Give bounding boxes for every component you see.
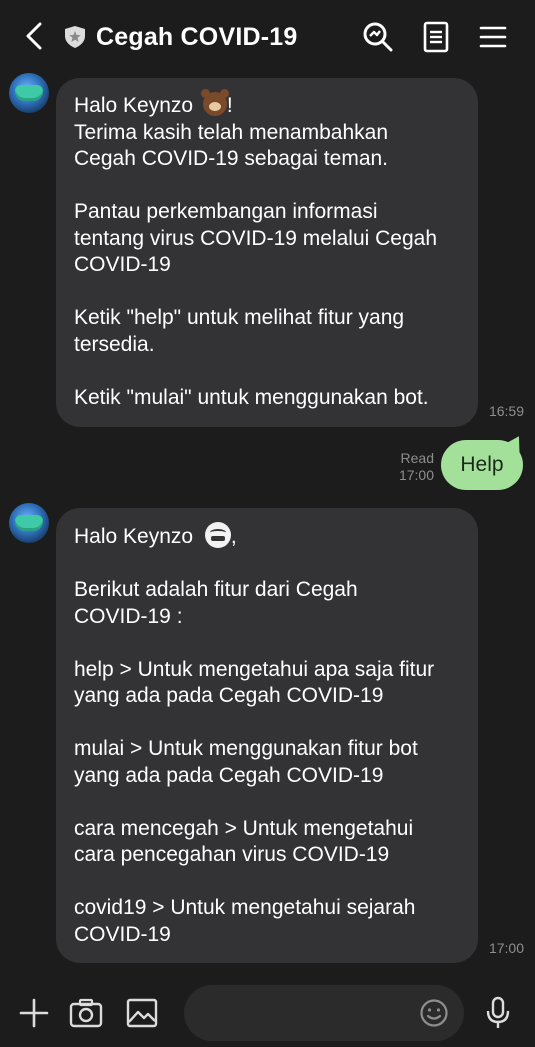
camera-icon — [69, 998, 103, 1028]
add-button[interactable] — [16, 995, 52, 1031]
emoji-icon — [420, 999, 448, 1027]
notes-button[interactable] — [416, 18, 456, 56]
message-text: help > Untuk mengetahui apa saja fitur y… — [74, 657, 435, 708]
message-timestamp: 16:59 — [488, 403, 524, 419]
camera-button[interactable] — [66, 995, 106, 1031]
plus-icon — [19, 998, 49, 1028]
search-button[interactable] — [358, 18, 398, 56]
message-text: mulai > Untuk menggunakan fitur bot yang… — [74, 737, 418, 787]
microphone-icon — [486, 996, 510, 1028]
message-text: covid19 > Untuk mengetahui sejarah COVID… — [74, 896, 416, 946]
chat-title: Cegah COVID-19 — [96, 22, 298, 51]
bot-message-bubble: Halo Keynzo , Berikut adalah fitur dari … — [56, 508, 478, 963]
notes-icon — [423, 21, 449, 53]
message-text: Pantau perkembangan informasi tentang vi… — [74, 200, 438, 276]
gallery-button[interactable] — [122, 995, 162, 1031]
user-message-bubble: Help — [441, 440, 523, 490]
chat-header: Cegah COVID-19 — [0, 0, 535, 74]
back-icon — [26, 22, 42, 50]
bot-avatar[interactable] — [9, 503, 49, 543]
message-text: Ketik "help" untuk melihat fitur yang te… — [74, 306, 405, 356]
message-composer — [0, 975, 535, 1047]
bot-message-bubble: Halo Keynzo ! Terima kasih telah menamba… — [56, 78, 478, 427]
message-greeting: Halo Keynzo , — [74, 522, 460, 551]
message-timestamp: 17:00 — [488, 940, 524, 956]
menu-icon — [479, 26, 507, 48]
microphone-button[interactable] — [478, 993, 518, 1033]
search-icon — [363, 22, 393, 52]
message-text: Berikut adalah fitur dari Cegah COVID-19… — [74, 578, 358, 628]
message-greeting: Halo Keynzo ! — [74, 89, 233, 117]
shield-icon — [65, 26, 85, 48]
read-receipt: Read 17:00 — [398, 450, 434, 483]
bear-emoji-icon — [200, 89, 229, 116]
message-text: cara mencegah > Untuk mengetahui cara pe… — [74, 816, 414, 867]
back-button[interactable] — [16, 18, 52, 54]
emoji-button[interactable] — [414, 995, 454, 1031]
bot-avatar[interactable] — [9, 73, 49, 113]
chat-title-area[interactable]: Cegah COVID-19 — [64, 20, 297, 54]
menu-button[interactable] — [472, 18, 514, 56]
image-icon — [126, 998, 158, 1028]
message-text: Terima kasih telah menambahkan Cegah COV… — [74, 120, 389, 171]
grimace-emoji-icon — [204, 522, 231, 548]
message-text: Ketik "mulai" untuk menggunakan bot. — [74, 385, 429, 409]
